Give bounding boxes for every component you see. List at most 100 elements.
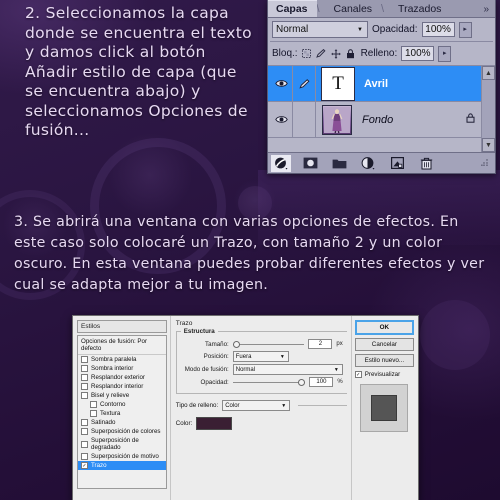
group-rule-divider: [298, 405, 347, 406]
checkbox-icon[interactable]: [81, 392, 88, 399]
layer-visibility-toggle-fondo[interactable]: [270, 102, 293, 137]
effect-label: Resplandor exterior: [91, 374, 145, 381]
new-group-button[interactable]: [329, 155, 349, 172]
color-row: Color:: [176, 417, 347, 430]
fill-slider-arrow-icon[interactable]: ▸: [438, 45, 452, 62]
checkbox-icon[interactable]: [81, 428, 88, 435]
size-slider-knob[interactable]: [232, 340, 240, 348]
fill-type-value: Color: [225, 402, 240, 409]
effect-superposicion-de-colores[interactable]: Superposición de colores: [78, 427, 166, 436]
layer-row-fondo[interactable]: Fondo: [268, 102, 495, 138]
layer-list: T Avril Fondo ▲ ▼: [268, 65, 495, 152]
new-adjustment-layer-button[interactable]: [358, 155, 378, 172]
trash-icon: [420, 157, 432, 170]
opacity-label: Opacidad:: [200, 378, 229, 386]
layer-link-brush-cell-avril[interactable]: [293, 66, 316, 101]
effect-sombra-paralela[interactable]: Sombra paralela: [78, 355, 166, 364]
fill-label: Relleno:: [360, 48, 398, 59]
styles-header-label[interactable]: Estilos: [77, 320, 167, 333]
layer-row-avril[interactable]: T Avril: [268, 66, 495, 102]
lock-label: Bloq.:: [272, 48, 298, 59]
ok-button[interactable]: OK: [354, 320, 414, 335]
effect-resplandor-exterior[interactable]: Resplandor exterior: [78, 373, 166, 382]
tab-trazados[interactable]: Trazados: [390, 1, 451, 17]
effect-bisel-y-relieve[interactable]: Bisel y relieve: [78, 391, 166, 400]
layer-thumbnail-avril[interactable]: T: [321, 66, 355, 101]
checkbox-icon[interactable]: [81, 374, 88, 381]
checkbox-icon[interactable]: [81, 419, 88, 426]
checkbox-icon[interactable]: [81, 453, 88, 460]
effect-label: Satinado: [91, 419, 116, 426]
effect-textura[interactable]: Textura: [78, 409, 166, 418]
opacity-slider-knob[interactable]: [298, 378, 306, 386]
effect-label: Bisel y relieve: [91, 392, 130, 399]
layer-name-fondo[interactable]: Fondo: [362, 114, 393, 126]
size-input[interactable]: 2: [308, 339, 333, 349]
size-row: Tamaño: 2 px: [181, 339, 343, 349]
checkbox-icon-checked[interactable]: ✓: [81, 462, 88, 469]
opacity-slider-arrow-icon[interactable]: ▸: [458, 21, 472, 38]
instruction-step-2: 2. Seleccionamos la capa donde se encuen…: [25, 4, 252, 139]
blend-mode-select[interactable]: Normal ▼: [272, 21, 368, 38]
tab-capas[interactable]: Capas: [268, 0, 317, 17]
checkbox-icon[interactable]: [81, 440, 88, 448]
new-layer-button[interactable]: [387, 155, 407, 172]
size-slider[interactable]: [232, 340, 305, 348]
structure-group: Estructura Tamaño: 2 px Posición: Fuera …: [175, 328, 347, 394]
blending-options-item[interactable]: Opciones de fusión: Por defecto: [78, 336, 166, 355]
layer-locked-badge-fondo: [466, 113, 475, 126]
add-layer-mask-button[interactable]: [300, 155, 320, 172]
effect-resplandor-interior[interactable]: Resplandor interior: [78, 382, 166, 391]
effect-superposicion-de-motivo[interactable]: Superposición de motivo: [78, 452, 166, 461]
position-value: Fuera: [235, 353, 252, 360]
tab-divider-icon-2: \: [381, 3, 385, 15]
eye-icon: [274, 80, 288, 87]
checkbox-icon[interactable]: [81, 383, 88, 390]
lock-transparency-icon[interactable]: [301, 49, 311, 58]
preview-checkbox-icon[interactable]: ✓: [354, 371, 362, 378]
blend-mode-value: Normal: [235, 366, 256, 373]
opacity-label: Opacidad:: [372, 24, 418, 35]
effect-trazo[interactable]: ✓ Trazo: [78, 461, 166, 470]
layer-thumbnail-fondo[interactable]: [322, 104, 352, 135]
position-select[interactable]: Fuera ▼: [232, 351, 289, 362]
panel-menu-chevron-icon[interactable]: »: [477, 2, 495, 17]
effect-label: Superposición de motivo: [91, 453, 159, 460]
lock-position-move-icon[interactable]: [330, 48, 341, 59]
opacity-input[interactable]: 100: [309, 377, 334, 387]
tab-canales[interactable]: Canales: [325, 1, 382, 17]
delete-layer-button[interactable]: [416, 155, 436, 172]
layer-name-avril[interactable]: Avril: [364, 78, 388, 90]
lock-all-padlock-icon[interactable]: [346, 48, 355, 59]
effect-superposicion-de-degradado[interactable]: Superposición de degradado: [78, 436, 166, 452]
blend-mode-select[interactable]: Normal ▼: [232, 364, 343, 375]
chevron-down-icon: ▼: [333, 366, 339, 373]
scroll-down-arrow-icon[interactable]: ▼: [482, 138, 495, 152]
effect-sombra-interior[interactable]: Sombra interior: [78, 364, 166, 373]
fill-input[interactable]: 100%: [401, 46, 435, 61]
lock-image-brush-icon[interactable]: [315, 49, 326, 58]
checkbox-icon[interactable]: [90, 401, 97, 408]
fill-type-select[interactable]: Color ▼: [222, 400, 291, 411]
panel-tab-bar: Capas \ Canales \ Trazados »: [268, 0, 495, 18]
layer-link-cell-fondo[interactable]: [293, 102, 316, 137]
panel-resize-grip-icon[interactable]: [481, 158, 492, 169]
effects-list: Opciones de fusión: Por defecto Sombra p…: [77, 335, 167, 489]
checkbox-icon[interactable]: [81, 365, 88, 372]
effect-label: Sombra paralela: [91, 356, 137, 363]
new-style-button[interactable]: Estilo nuevo...: [354, 354, 414, 367]
paintbrush-icon: [298, 78, 309, 89]
cancel-button[interactable]: Cancelar: [354, 338, 414, 351]
layer-list-scrollbar[interactable]: ▲ ▼: [481, 66, 495, 152]
layer-visibility-toggle-avril[interactable]: [270, 66, 293, 101]
checkbox-icon[interactable]: [90, 410, 97, 417]
stroke-color-swatch[interactable]: [196, 417, 233, 430]
opacity-input[interactable]: 100%: [421, 22, 455, 37]
checkbox-icon[interactable]: [81, 356, 88, 363]
opacity-slider[interactable]: [232, 378, 306, 386]
scroll-up-arrow-icon[interactable]: ▲: [482, 66, 495, 80]
instruction-step-3: 3. Se abrirá una ventana con varias opci…: [14, 214, 485, 293]
effect-contorno[interactable]: Contorno: [78, 400, 166, 409]
add-layer-style-fx-button[interactable]: [271, 154, 291, 172]
effect-satinado[interactable]: Satinado: [78, 418, 166, 427]
